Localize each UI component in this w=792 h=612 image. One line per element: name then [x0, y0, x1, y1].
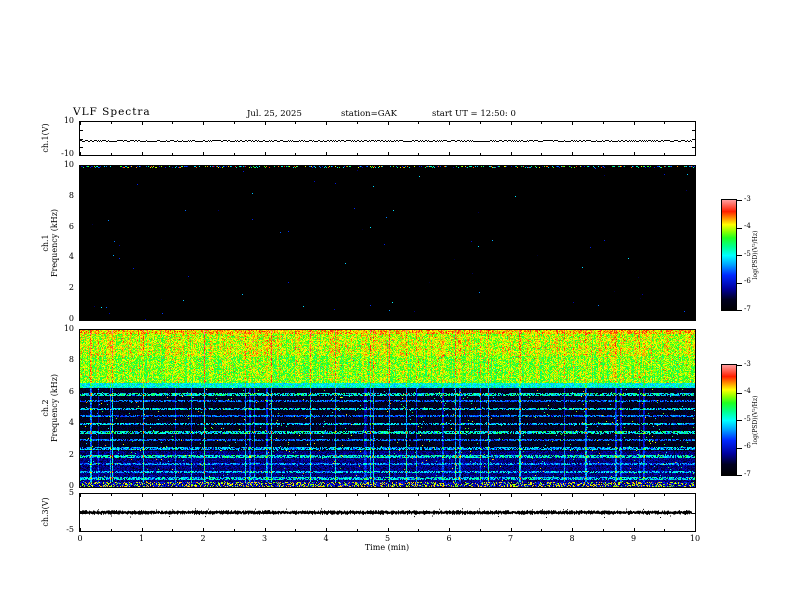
colorbar-tick: [737, 255, 742, 256]
colorbar-ch1-tick-label: -6: [744, 277, 751, 285]
x-tick-label: 4: [323, 534, 329, 543]
ch2-spectrogram-ytick-label: 6: [68, 386, 74, 396]
ch1-spectrogram-ylabel: ch.1 Frequency (kHz): [41, 188, 59, 298]
x-tick-label: 8: [569, 534, 575, 543]
colorbar-ch1-tick-label: -5: [744, 249, 751, 258]
colorbar-ch2-tick-label: -6: [744, 442, 751, 450]
date-label: Jul. 25, 2025: [247, 109, 302, 119]
colorbar-ch2-tick-label: -7: [744, 469, 751, 478]
x-axis-label: Time (min): [364, 543, 410, 552]
colorbar-ch2: [721, 364, 737, 476]
station-label: station=GAK: [341, 109, 397, 119]
colorbar-tick: [737, 282, 742, 284]
ch1-spectrogram-ytick-label: 6: [68, 221, 74, 231]
colorbar-tick: [737, 447, 742, 449]
colorbar-tick: [737, 475, 742, 476]
ch3-voltage-plot: [79, 493, 696, 532]
x-tick-label: 3: [261, 534, 268, 543]
colorbar-tick: [737, 200, 742, 201]
x-tick-label: 7: [507, 534, 514, 543]
x-tick-label: 9: [630, 534, 637, 543]
ch1-voltage-ytick-label: -10: [61, 149, 74, 158]
colorbar-ch2-tick-label: -5: [744, 414, 751, 423]
colorbar-tick: [737, 310, 742, 311]
colorbar-ch2-tick-label: -4: [744, 387, 751, 395]
ch2-spectrogram-ytick-label: 10: [63, 324, 74, 333]
ch1-voltage-plot: [79, 121, 696, 156]
ch2-spectrogram-ylabel: ch.2 Frequency (kHz): [41, 353, 59, 463]
vlf-spectra-figure: VLF Spectra Jul. 25, 2025 station=GAK st…: [0, 0, 792, 612]
ch2-spectrogram-ytick-label: 8: [68, 355, 74, 365]
ch2-spectrogram-ytick-label: 2: [68, 449, 74, 459]
ch1-spectrogram-ytick-label: 0: [68, 314, 74, 323]
ch2-spectrogram-ylabel-frequency: Frequency (kHz): [50, 373, 60, 443]
ch1-spectrogram-ytick-label: 8: [68, 190, 74, 200]
ch1-spectrogram-ytick-label: 4: [68, 252, 74, 262]
x-tick-label: 2: [200, 534, 206, 543]
colorbar-tick: [737, 392, 742, 394]
ch2-spectrogram: [79, 329, 696, 488]
colorbar-tick: [737, 365, 742, 366]
page-title: VLF Spectra: [73, 106, 151, 118]
ch3-voltage-ytick-label: -5: [66, 525, 74, 534]
colorbar-ch1-tick-label: -3: [744, 194, 751, 203]
x-tick-label: 1: [138, 534, 145, 543]
ch1-spectrogram: [79, 165, 696, 321]
ch1-voltage-ytick-label: 10: [63, 116, 74, 125]
ch1-spectrogram-ytick-label: 2: [68, 283, 74, 293]
ch3-voltage-ytick-label: 5: [68, 488, 74, 497]
x-tick-label: 0: [77, 534, 83, 543]
ch1-spectrogram-ylabel-frequency: Frequency (kHz): [50, 208, 60, 278]
x-tick-label: 5: [384, 534, 391, 543]
start-ut-label: start UT = 12:50: 0: [432, 109, 516, 119]
x-tick-label: 10: [689, 534, 701, 543]
colorbar-tick: [737, 227, 742, 229]
colorbar-ch1: [721, 199, 737, 311]
ch1-spectrogram-ylabel-channel: ch.1: [41, 234, 50, 252]
colorbar-tick: [737, 420, 742, 421]
ch1-spectrogram-ytick-label: 10: [63, 160, 74, 169]
ch2-spectrogram-ytick-label: 4: [68, 418, 74, 428]
colorbar-ch2-tick-label: -3: [744, 359, 751, 368]
colorbar-ch1-tick-label: -4: [744, 222, 751, 230]
colorbar-ch1-tick-label: -7: [744, 304, 751, 313]
ch2-spectrogram-ylabel-channel: ch.2: [41, 399, 50, 417]
x-tick-label: 6: [446, 534, 452, 543]
